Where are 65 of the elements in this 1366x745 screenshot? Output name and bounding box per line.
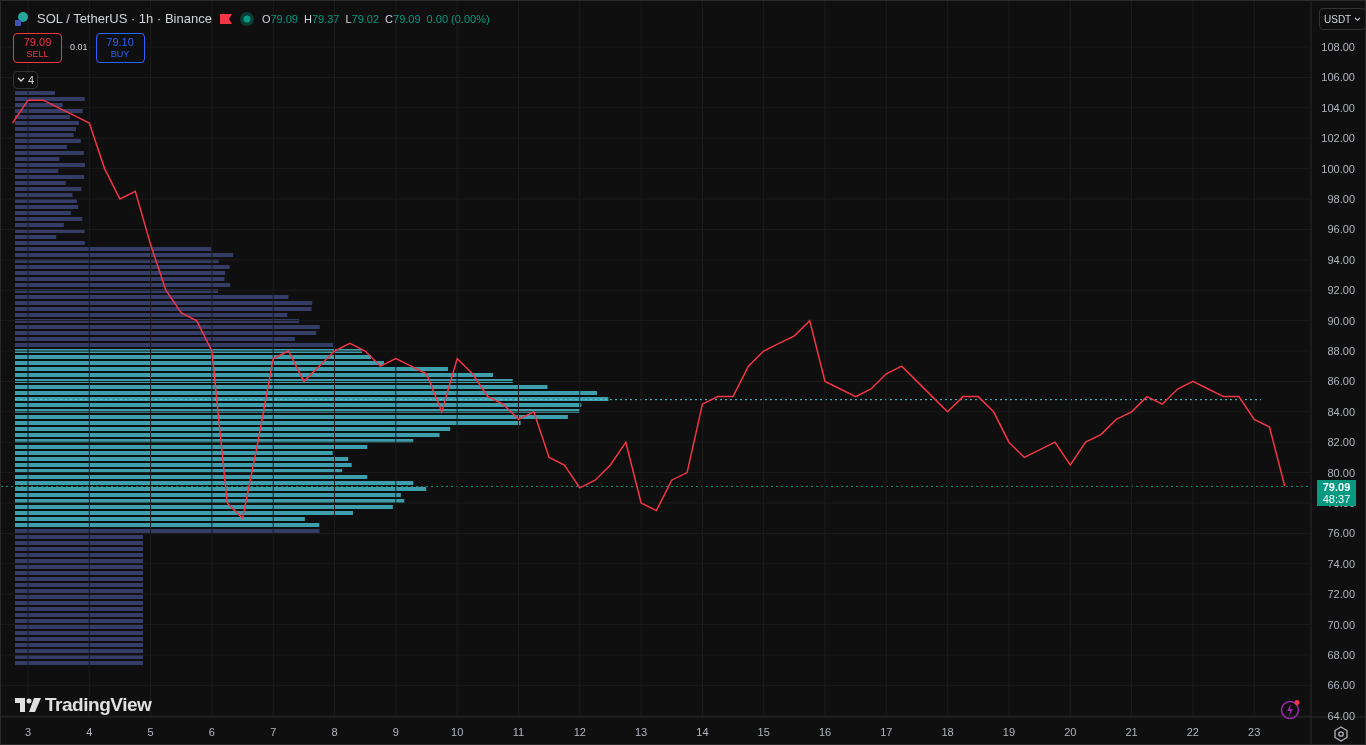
candle-countdown: 48:37 [1322, 493, 1351, 505]
brand-logo-text: TradingView [45, 693, 152, 717]
time-axis-label: 12 [573, 726, 586, 738]
price-axis-label: 66.00 [1327, 679, 1355, 692]
time-axis-label: 5 [147, 726, 154, 738]
ohlc-value: O79.09 [261, 11, 298, 27]
time-axis-label: 16 [818, 726, 832, 738]
current-price: 79.09 [1322, 481, 1351, 493]
time-axis-label: 8 [331, 726, 338, 738]
price-axis-label: 94.00 [1327, 253, 1355, 266]
price-axis-label: 108.00 [1321, 41, 1355, 54]
price-axis-label: 96.00 [1327, 223, 1355, 236]
time-axis-label: 13 [634, 726, 648, 738]
time-axis-label: 19 [1002, 726, 1016, 738]
flag-icon[interactable] [219, 13, 232, 24]
time-axis-label: 11 [512, 726, 525, 738]
price-axis-label: 86.00 [1327, 375, 1355, 388]
price-axis-label: 88.00 [1327, 345, 1355, 357]
ohlc-value: L79.02 [345, 11, 380, 27]
time-axis-label: 22 [1186, 726, 1199, 738]
price-axis-label: 92.00 [1327, 284, 1355, 297]
lightning-icon[interactable] [1280, 699, 1301, 720]
buy-button[interactable]: 79.10 BUY [95, 33, 145, 63]
price-axis-label: 80.00 [1327, 466, 1355, 479]
time-axis-label: 7 [270, 726, 277, 738]
price-axis-label: 64.00 [1327, 709, 1355, 722]
chevron-down-icon [17, 77, 25, 83]
chevron-down-icon [1354, 16, 1362, 22]
time-axis-label: 9 [392, 726, 399, 738]
time-axis-label: 3 [24, 726, 32, 738]
price-axis-label: 68.00 [1327, 649, 1355, 661]
price-axis-label: 102.00 [1321, 132, 1355, 145]
time-axis-label: 14 [696, 726, 709, 738]
coin-icon [13, 10, 29, 27]
time-axis-label: 10 [451, 726, 464, 738]
ohlc-value: H79.37 [303, 11, 340, 27]
price-axis-label: 76.00 [1327, 527, 1355, 540]
currency-dropdown[interactable]: USDT [1319, 8, 1365, 30]
time-axis-label: 17 [880, 726, 893, 738]
indicators-toggle[interactable]: 4 [13, 71, 39, 89]
status-dot-icon [239, 11, 254, 26]
symbol-title: SOL / TetherUS · 1h · Binance [37, 10, 212, 28]
time-axis-label: 6 [208, 726, 215, 738]
price-axis-label: 82.00 [1327, 436, 1355, 449]
price-axis-label: 90.00 [1327, 314, 1355, 327]
price-axis-label: 72.00 [1327, 588, 1355, 601]
price-axis-label: 106.00 [1321, 71, 1355, 84]
price-change: 0.00 (0.00%) [426, 11, 490, 27]
time-axis-label: 20 [1064, 726, 1077, 738]
price-axis-label: 98.00 [1327, 193, 1355, 206]
ohlc-value: C79.09 [385, 11, 421, 27]
price-axis-label: 100.00 [1321, 162, 1355, 175]
time-axis-label: 18 [941, 726, 954, 738]
logo-icon [15, 698, 41, 713]
price-axis-label: 84.00 [1327, 405, 1355, 418]
time-axis-label: 23 [1248, 726, 1261, 738]
price-axis-label: 70.00 [1327, 618, 1355, 631]
price-axis-label: 104.00 [1321, 101, 1355, 114]
time-axis-label: 15 [757, 726, 770, 738]
sell-button[interactable]: 79.09 SELL [13, 33, 62, 63]
price-axis-label: 74.00 [1327, 557, 1355, 570]
spread-value: 0.01 [69, 41, 89, 55]
time-axis-label: 4 [86, 726, 93, 738]
settings-icon[interactable] [1333, 726, 1349, 742]
time-axis-label: 21 [1125, 726, 1138, 738]
